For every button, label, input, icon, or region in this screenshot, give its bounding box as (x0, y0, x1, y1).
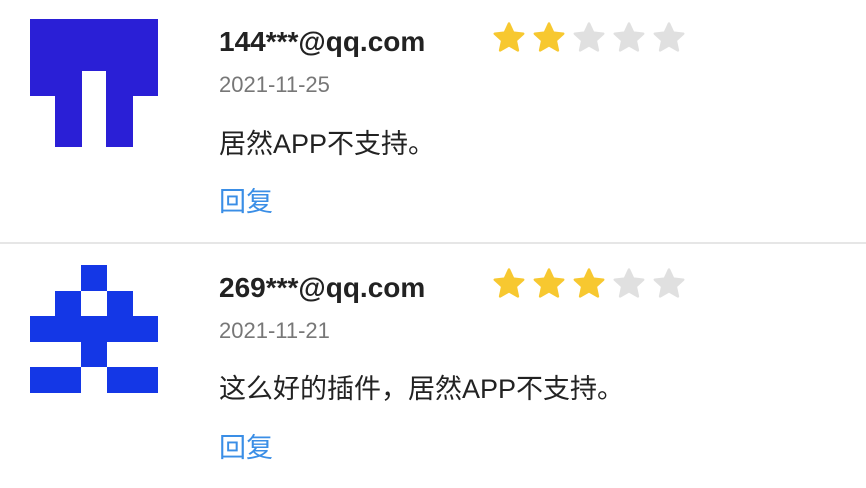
identicon-icon (30, 265, 158, 393)
star-empty-icon (613, 22, 645, 52)
star-empty-icon (573, 22, 605, 52)
star-rating (491, 266, 687, 302)
identicon-icon (30, 19, 158, 147)
star-empty-icon (653, 268, 685, 298)
review-text: 这么好的插件，居然APP不支持。 (219, 374, 625, 404)
star-filled-icon (493, 268, 525, 298)
review-date: 2021-11-21 (219, 318, 330, 343)
star-rating (491, 20, 687, 56)
star-filled-icon (533, 268, 565, 298)
user-avatar[interactable] (30, 265, 158, 393)
review-item: 144***@qq.com 2021-11-25 居然APP不支持。 回复 (0, 0, 866, 243)
review-item: 269***@qq.com 2021-11-21 这么好的插件，居然APP不支持… (0, 245, 866, 488)
review-divider (0, 242, 866, 244)
user-avatar[interactable] (30, 19, 158, 147)
star-filled-icon (533, 22, 565, 52)
reply-link[interactable]: 回复 (219, 435, 273, 462)
review-date: 2021-11-25 (219, 72, 330, 97)
review-username: 269***@qq.com (219, 272, 426, 303)
review-username: 144***@qq.com (219, 26, 426, 57)
star-empty-icon (653, 22, 685, 52)
star-filled-icon (493, 22, 525, 52)
star-empty-icon (613, 268, 645, 298)
reply-link[interactable]: 回复 (219, 189, 273, 216)
review-text: 居然APP不支持。 (219, 129, 436, 159)
star-filled-icon (573, 268, 605, 298)
